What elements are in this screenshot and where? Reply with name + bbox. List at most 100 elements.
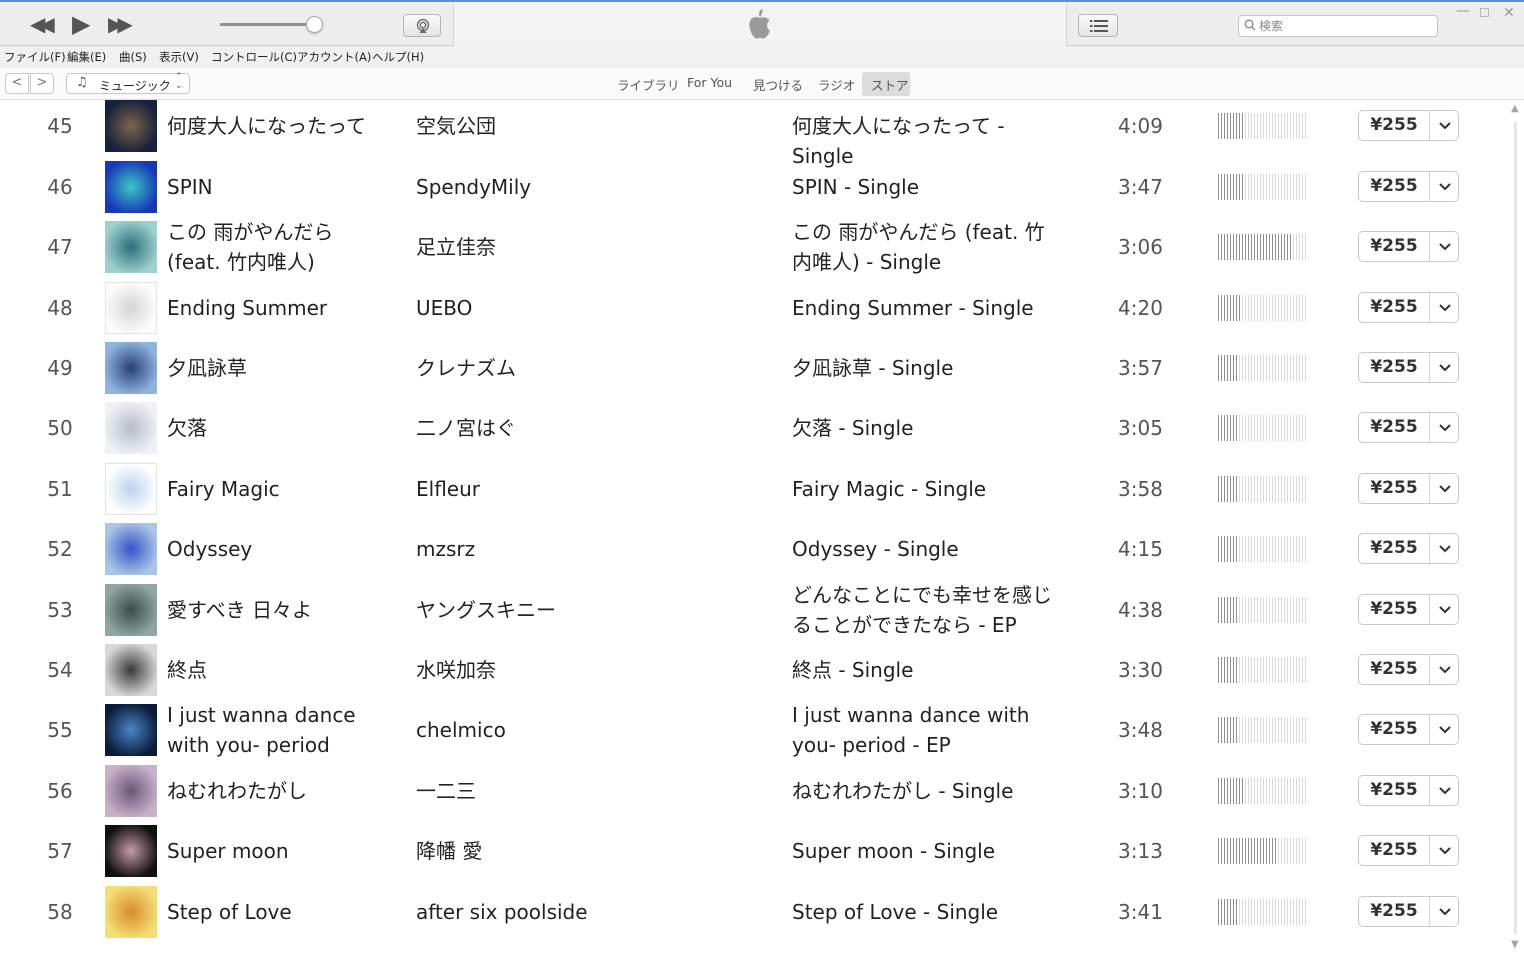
buy-price-button[interactable]: ¥255 — [1358, 291, 1459, 323]
track-title[interactable]: 愛すべき 日々よ — [167, 595, 367, 625]
chevron-down-icon[interactable] — [1438, 842, 1452, 858]
chevron-down-icon[interactable] — [1438, 480, 1452, 496]
buy-price-button[interactable]: ¥255 — [1358, 835, 1459, 867]
close-icon[interactable]: ✕ — [1503, 5, 1515, 21]
track-artist[interactable]: 二ノ宮はぐ — [416, 413, 756, 443]
track-title[interactable]: Fairy Magic — [167, 474, 367, 504]
track-row[interactable]: 58 Step of Love after six poolside Step of … — [0, 882, 1508, 942]
buy-price-button[interactable]: ¥255 — [1358, 412, 1459, 444]
scroll-track[interactable] — [1514, 122, 1517, 934]
buy-price-button[interactable]: ¥255 — [1358, 533, 1459, 565]
track-album[interactable]: 夕凪詠草 - Single — [792, 353, 1054, 383]
buy-price-button[interactable]: ¥255 — [1358, 593, 1459, 625]
track-title[interactable]: SPIN — [167, 172, 367, 202]
chevron-down-icon[interactable] — [1438, 419, 1452, 435]
track-artist[interactable]: クレナズム — [416, 353, 756, 383]
media-kind-picker[interactable]: ♫ ミュージック ⌃ ⌄ — [66, 73, 190, 94]
chevron-down-icon[interactable] — [1438, 721, 1452, 737]
airplay-button[interactable] — [403, 14, 441, 37]
track-title[interactable]: Ending Summer — [167, 293, 367, 323]
buy-price-button[interactable]: ¥255 — [1358, 170, 1459, 202]
track-album[interactable]: 欠落 - Single — [792, 413, 1054, 443]
tab-library[interactable]: ライブラリ — [617, 75, 680, 94]
track-title[interactable]: 夕凪詠草 — [167, 353, 367, 383]
menu-help[interactable]: ヘルプ(H) — [372, 49, 424, 65]
chevron-down-icon[interactable] — [1438, 238, 1452, 254]
track-artist[interactable]: SpendyMily — [416, 172, 756, 202]
track-album[interactable]: 終点 - Single — [792, 655, 1054, 685]
buy-price-button[interactable]: ¥255 — [1358, 774, 1459, 806]
menu-edit[interactable]: 編集(E) — [67, 49, 106, 65]
track-row[interactable]: 56 ねむれわたがし 一二三 ねむれわたがし - Single 3:10 ¥255 — [0, 761, 1508, 821]
forward-button[interactable]: > — [30, 73, 54, 94]
track-row[interactable]: 57 Super moon 降幡 愛 Super moon - Single 3:13 ¥… — [0, 821, 1508, 881]
track-row[interactable]: 52 Odyssey mzsrz Odyssey - Single 4:15 ¥255 — [0, 519, 1508, 579]
track-row[interactable]: 55 I just wanna dance with you- period che… — [0, 700, 1508, 760]
chevron-down-icon[interactable] — [1438, 540, 1452, 556]
chevron-down-icon[interactable] — [1438, 359, 1452, 375]
tab-for-you[interactable]: For You — [687, 75, 732, 90]
track-artist[interactable]: UEBO — [416, 293, 756, 323]
scroll-down-icon[interactable]: ▼ — [1511, 939, 1519, 950]
scrollbar[interactable]: ▲ ▼ — [1508, 100, 1524, 975]
track-artist[interactable]: after six poolside — [416, 897, 756, 927]
play-icon[interactable]: ▶ — [72, 10, 90, 38]
scroll-up-icon[interactable]: ▲ — [1511, 103, 1519, 114]
buy-price-button[interactable]: ¥255 — [1358, 654, 1459, 685]
track-title[interactable]: Odyssey — [167, 534, 367, 564]
track-title[interactable]: 何度大人になったって — [167, 111, 367, 141]
track-title[interactable]: 終点 — [167, 655, 367, 685]
track-album[interactable]: この 雨がやんだら (feat. 竹内唯人) - Single — [792, 217, 1054, 277]
track-row[interactable]: 51 Fairy Magic Elfleur Fairy Magic - Single… — [0, 459, 1508, 519]
track-row[interactable]: 54 終点 水咲加奈 終点 - Single 3:30 ¥255 — [0, 640, 1508, 700]
buy-price-button[interactable]: ¥255 — [1358, 110, 1459, 142]
track-row[interactable]: 53 愛すべき 日々よ ヤングスキニー どんなことにでも幸せを感じることができたなら … — [0, 580, 1508, 640]
track-album[interactable]: I just wanna dance with you- period - EP — [792, 700, 1054, 760]
track-title[interactable]: I just wanna dance with you- period — [167, 700, 367, 760]
track-artist[interactable]: mzsrz — [416, 534, 756, 564]
track-artist[interactable]: 水咲加奈 — [416, 655, 756, 685]
back-button[interactable]: < — [5, 73, 29, 94]
track-row[interactable]: 46 SPIN SpendyMily SPIN - Single 3:47 ¥255 — [0, 157, 1508, 217]
buy-price-button[interactable]: ¥255 — [1358, 895, 1459, 927]
track-row[interactable]: 48 Ending Summer UEBO Ending Summer - Singl… — [0, 278, 1508, 338]
menu-view[interactable]: 表示(V) — [159, 49, 199, 65]
buy-price-button[interactable]: ¥255 — [1358, 231, 1459, 263]
up-next-button[interactable] — [1078, 14, 1118, 37]
menu-file[interactable]: ファイル(F) — [4, 49, 66, 65]
volume-knob[interactable] — [306, 16, 323, 33]
track-row[interactable]: 47 この 雨がやんだら (feat. 竹内唯人) 足立佳奈 この 雨がやんだら (f… — [0, 217, 1508, 277]
rewind-icon[interactable]: ◀◀ — [30, 12, 55, 36]
track-album[interactable]: Super moon - Single — [792, 836, 1054, 866]
chevron-down-icon[interactable] — [1438, 661, 1452, 677]
minimize-icon[interactable]: — — [1456, 3, 1470, 19]
track-artist[interactable]: 降幡 愛 — [416, 836, 756, 866]
volume-slider[interactable] — [220, 23, 316, 26]
maximize-icon[interactable]: ☐ — [1479, 6, 1490, 20]
track-row[interactable]: 45 何度大人になったって 空気公団 何度大人になったって - Single 4:09 ¥… — [0, 100, 1508, 168]
menu-controls[interactable]: コントロール(C) — [211, 49, 297, 65]
chevron-down-icon[interactable] — [1438, 299, 1452, 315]
track-artist[interactable]: ヤングスキニー — [416, 595, 756, 625]
track-artist[interactable]: 空気公団 — [416, 111, 756, 141]
track-album[interactable]: Step of Love - Single — [792, 897, 1054, 927]
menu-account[interactable]: アカウント(A) — [297, 49, 371, 65]
track-title[interactable]: Super moon — [167, 836, 367, 866]
chevron-down-icon[interactable] — [1438, 903, 1452, 919]
chevron-down-icon[interactable] — [1438, 117, 1452, 133]
track-title[interactable]: Step of Love — [167, 897, 367, 927]
track-artist[interactable]: 一二三 — [416, 776, 756, 806]
tab-store[interactable]: ストア — [871, 75, 909, 94]
tab-radio[interactable]: ラジオ — [818, 75, 855, 94]
track-row[interactable]: 49 夕凪詠草 クレナズム 夕凪詠草 - Single 3:57 ¥255 — [0, 338, 1508, 398]
track-album[interactable]: Fairy Magic - Single — [792, 474, 1054, 504]
track-album[interactable]: Odyssey - Single — [792, 534, 1054, 564]
track-title[interactable]: 欠落 — [167, 413, 367, 443]
chevron-down-icon[interactable] — [1438, 178, 1452, 194]
track-artist[interactable]: Elfleur — [416, 474, 756, 504]
track-title[interactable]: ねむれわたがし — [167, 776, 367, 806]
search-input[interactable] — [1259, 17, 1429, 35]
track-album[interactable]: SPIN - Single — [792, 172, 1054, 202]
track-album[interactable]: ねむれわたがし - Single — [792, 776, 1054, 806]
track-artist[interactable]: 足立佳奈 — [416, 232, 756, 262]
